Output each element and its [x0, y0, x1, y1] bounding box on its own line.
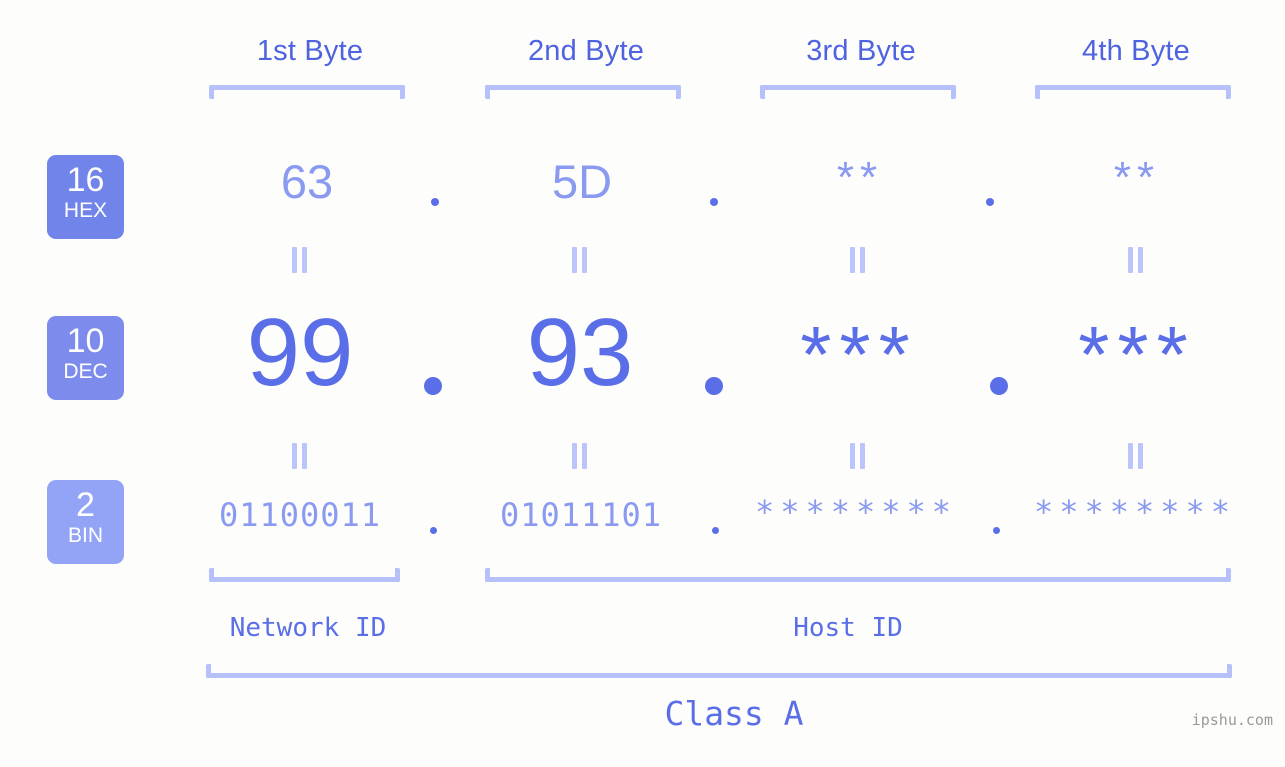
class-bracket [206, 664, 1232, 678]
hex-byte-3: ** [836, 153, 884, 202]
host-id-label: Host ID [793, 613, 903, 643]
radix-badge-bin: 2 BIN [47, 480, 124, 564]
dec-separator-dot-1 [424, 377, 442, 395]
bin-separator-dot-3 [993, 527, 1000, 534]
bin-byte-1: 01100011 [218, 496, 382, 534]
host-id-bracket [485, 568, 1231, 582]
bin-byte-3: ******** [754, 493, 958, 531]
byte-bracket-1 [209, 85, 405, 99]
network-id-label: Network ID [229, 613, 387, 643]
dec-byte-3: *** [800, 310, 918, 399]
equals-sign-hex-dec-1 [291, 247, 309, 273]
radix-badge-hex: 16 HEX [47, 155, 124, 239]
dec-byte-4: *** [1078, 310, 1196, 399]
byte-header-3: 3rd Byte [806, 35, 916, 67]
bin-byte-4: ******** [1033, 493, 1237, 531]
byte-bracket-3 [760, 85, 956, 99]
bin-separator-dot-1 [430, 527, 437, 534]
watermark: ipshu.com [1191, 711, 1273, 729]
equals-sign-dec-bin-4 [1127, 443, 1145, 469]
bin-separator-dot-2 [712, 527, 719, 534]
radix-badge-bin-unit: BIN [67, 524, 103, 547]
equals-sign-hex-dec-3 [849, 247, 867, 273]
hex-byte-4: ** [1113, 153, 1161, 202]
network-id-bracket [209, 568, 400, 582]
equals-sign-hex-dec-4 [1127, 247, 1145, 273]
byte-bracket-2 [485, 85, 681, 99]
radix-badge-bin-number: 2 [76, 486, 95, 524]
byte-bracket-4 [1035, 85, 1231, 99]
radix-badge-hex-number: 16 [66, 161, 105, 199]
dec-separator-dot-2 [705, 377, 723, 395]
byte-header-1: 1st Byte [256, 35, 364, 67]
radix-badge-hex-unit: HEX [63, 199, 108, 222]
dec-separator-dot-3 [990, 377, 1008, 395]
byte-header-2: 2nd Byte [527, 35, 645, 67]
equals-sign-dec-bin-2 [571, 443, 589, 469]
equals-sign-dec-bin-3 [849, 443, 867, 469]
dec-byte-2: 93 [526, 299, 634, 406]
hex-byte-1: 63 [280, 155, 334, 208]
bin-byte-2: 01011101 [499, 496, 663, 534]
hex-separator-dot-2 [710, 198, 718, 206]
hex-separator-dot-1 [431, 198, 439, 206]
radix-badge-dec-unit: DEC [63, 360, 108, 383]
equals-sign-dec-bin-1 [291, 443, 309, 469]
radix-badge-dec: 10 DEC [47, 316, 124, 400]
dec-byte-1: 99 [246, 299, 354, 406]
equals-sign-hex-dec-2 [571, 247, 589, 273]
radix-badge-dec-number: 10 [66, 322, 105, 360]
ip-breakdown-diagram: 1st Byte 2nd Byte 3rd Byte 4th Byte 16 H… [0, 0, 1285, 767]
hex-byte-2: 5D [551, 155, 613, 208]
class-label: Class A [664, 694, 804, 733]
byte-header-4: 4th Byte [1082, 35, 1190, 67]
hex-separator-dot-3 [986, 198, 994, 206]
